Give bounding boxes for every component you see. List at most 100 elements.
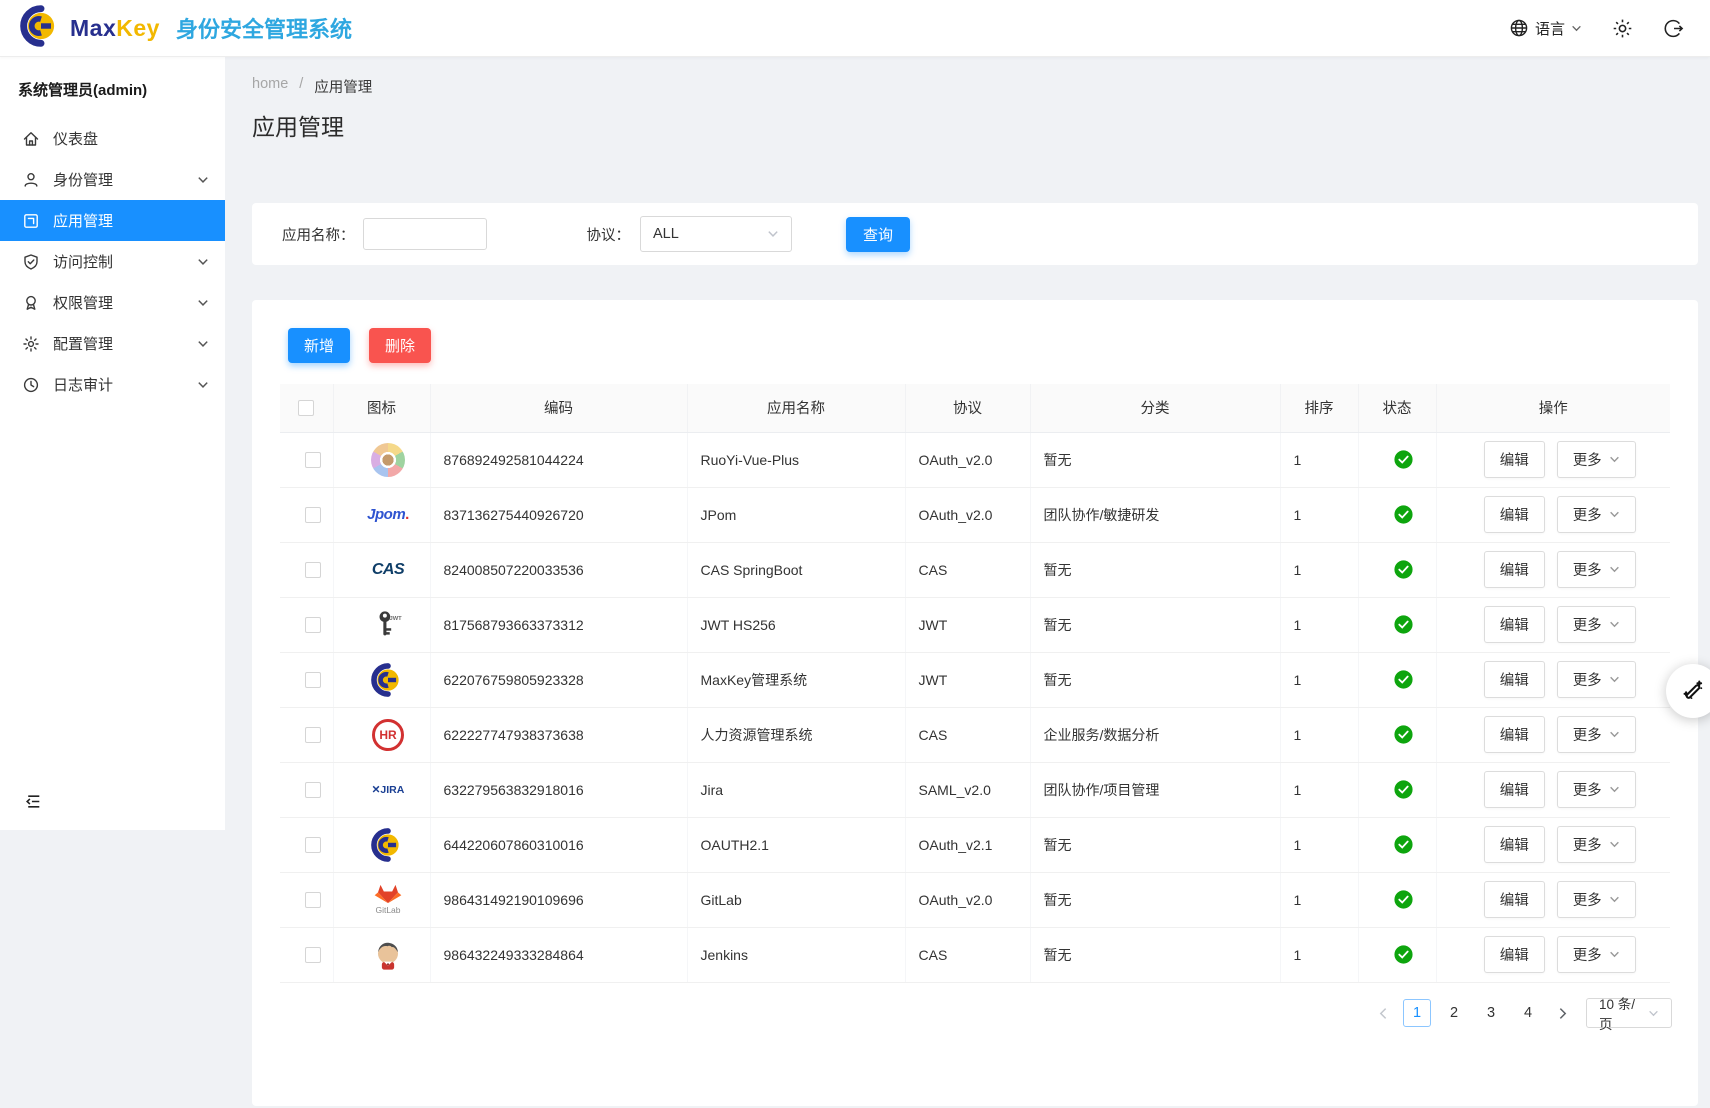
app-name-filter-input[interactable] — [363, 218, 487, 250]
column-header: 编码 — [430, 384, 687, 432]
protocol-select[interactable]: ALL — [640, 216, 792, 252]
page-size-select[interactable]: 10 条/页 — [1586, 998, 1672, 1028]
app-logo-icon — [366, 934, 410, 976]
app-logo-icon — [366, 824, 410, 866]
sidebar-item-apps[interactable]: 应用管理 — [0, 200, 225, 241]
column-header: 图标 — [333, 384, 430, 432]
sidebar-item-audit[interactable]: 日志审计 — [0, 364, 225, 405]
app-logo-icon: JWT — [366, 604, 410, 646]
app-sort: 1 — [1280, 927, 1358, 982]
edit-button[interactable]: 编辑 — [1484, 881, 1545, 918]
app-sort: 1 — [1280, 762, 1358, 817]
sidebar-item-label: 身份管理 — [53, 169, 113, 190]
status-enabled-icon — [1394, 835, 1413, 854]
page-size-value: 10 条/页 — [1599, 993, 1648, 1033]
brand-name-primary: Max — [70, 15, 116, 41]
status-enabled-icon — [1394, 725, 1413, 744]
row-checkbox[interactable] — [305, 507, 321, 523]
chevron-down-icon — [1609, 454, 1620, 465]
language-switcher[interactable]: 语言 — [1509, 18, 1582, 39]
next-page-button[interactable] — [1551, 1007, 1573, 1020]
row-checkbox[interactable] — [305, 947, 321, 963]
edit-button[interactable]: 编辑 — [1484, 771, 1545, 808]
sidebar-item-label: 应用管理 — [53, 210, 113, 231]
more-button[interactable]: 更多 — [1557, 936, 1636, 973]
more-button[interactable]: 更多 — [1557, 716, 1636, 753]
chevron-down-icon — [197, 297, 209, 309]
more-button[interactable]: 更多 — [1557, 496, 1636, 533]
apps-icon — [21, 212, 40, 230]
page-numbers: 1234 — [1403, 999, 1542, 1027]
search-button[interactable]: 查询 — [846, 217, 910, 252]
delete-button[interactable]: 删除 — [369, 328, 431, 363]
status-enabled-icon — [1394, 450, 1413, 469]
chevron-down-icon — [1609, 564, 1620, 575]
table-toolbar: 新增 删除 — [288, 328, 431, 363]
menu-fold-icon[interactable] — [24, 792, 43, 816]
table-row: JWT 817568793663373312 JWT HS256 JWT 暂无 … — [280, 597, 1670, 652]
edit-button[interactable]: 编辑 — [1484, 496, 1545, 533]
sidebar-item-dashboard[interactable]: 仪表盘 — [0, 118, 225, 159]
row-checkbox[interactable] — [305, 837, 321, 853]
page-number-3[interactable]: 3 — [1477, 999, 1505, 1027]
sidebar-item-config[interactable]: 配置管理 — [0, 323, 225, 364]
app-name: Jenkins — [687, 927, 905, 982]
more-button[interactable]: 更多 — [1557, 661, 1636, 698]
brand-name: MaxKey — [70, 15, 160, 42]
page-number-4[interactable]: 4 — [1514, 999, 1542, 1027]
app-name-filter-label: 应用名称： — [282, 224, 355, 245]
chevron-down-icon — [1609, 729, 1620, 740]
row-checkbox[interactable] — [305, 782, 321, 798]
app-sort: 1 — [1280, 597, 1358, 652]
app-code: 622227747938373638 — [430, 707, 687, 762]
more-button[interactable]: 更多 — [1557, 551, 1636, 588]
app-protocol: OAuth_v2.0 — [905, 487, 1030, 542]
app-name: OAUTH2.1 — [687, 817, 905, 872]
row-checkbox[interactable] — [305, 727, 321, 743]
sidebar-item-label: 访问控制 — [53, 251, 113, 272]
row-checkbox[interactable] — [305, 892, 321, 908]
more-button[interactable]: 更多 — [1557, 606, 1636, 643]
more-button[interactable]: 更多 — [1557, 881, 1636, 918]
table-body: 876892492581044224 RuoYi-Vue-Plus OAuth_… — [280, 432, 1670, 982]
prev-page-button[interactable] — [1372, 1007, 1394, 1020]
app-logo-icon: HR — [366, 714, 410, 756]
sidebar-item-permission[interactable]: 权限管理 — [0, 282, 225, 323]
page-number-1[interactable]: 1 — [1403, 999, 1431, 1027]
more-button[interactable]: 更多 — [1557, 771, 1636, 808]
edit-button[interactable]: 编辑 — [1484, 936, 1545, 973]
app-category: 暂无 — [1030, 597, 1280, 652]
edit-button[interactable]: 编辑 — [1484, 551, 1545, 588]
more-button[interactable]: 更多 — [1557, 826, 1636, 863]
select-all-checkbox[interactable] — [298, 400, 314, 416]
edit-button[interactable]: 编辑 — [1484, 441, 1545, 478]
breadcrumb-home-link[interactable]: home — [252, 76, 288, 97]
row-checkbox[interactable] — [305, 452, 321, 468]
edit-button[interactable]: 编辑 — [1484, 716, 1545, 753]
dashboard-icon — [21, 130, 40, 148]
sidebar-item-access[interactable]: 访问控制 — [0, 241, 225, 282]
row-checkbox[interactable] — [305, 562, 321, 578]
row-checkbox[interactable] — [305, 617, 321, 633]
app-protocol: JWT — [905, 597, 1030, 652]
more-button[interactable]: 更多 — [1557, 441, 1636, 478]
edit-button[interactable]: 编辑 — [1484, 826, 1545, 863]
app-code: 622076759805923328 — [430, 652, 687, 707]
edit-button[interactable]: 编辑 — [1484, 606, 1545, 643]
page-number-2[interactable]: 2 — [1440, 999, 1468, 1027]
app-protocol: SAML_v2.0 — [905, 762, 1030, 817]
edit-button[interactable]: 编辑 — [1484, 661, 1545, 698]
settings-button[interactable] — [1612, 18, 1633, 39]
app-list-panel: 新增 删除 图标编码应用名称协议分类排序状态操作 876892492581044… — [252, 300, 1698, 1106]
row-checkbox[interactable] — [305, 672, 321, 688]
app-sort: 1 — [1280, 817, 1358, 872]
app-name: MaxKey管理系统 — [687, 652, 905, 707]
page-title: 应用管理 — [252, 108, 344, 142]
logout-button[interactable] — [1663, 18, 1684, 39]
sidebar-item-identity[interactable]: 身份管理 — [0, 159, 225, 200]
filter-panel: 应用名称： 协议： ALL 查询 — [252, 203, 1698, 265]
add-button[interactable]: 新增 — [288, 328, 350, 363]
table-row: 876892492581044224 RuoYi-Vue-Plus OAuth_… — [280, 432, 1670, 487]
status-enabled-icon — [1394, 615, 1413, 634]
chevron-down-icon — [1609, 509, 1620, 520]
